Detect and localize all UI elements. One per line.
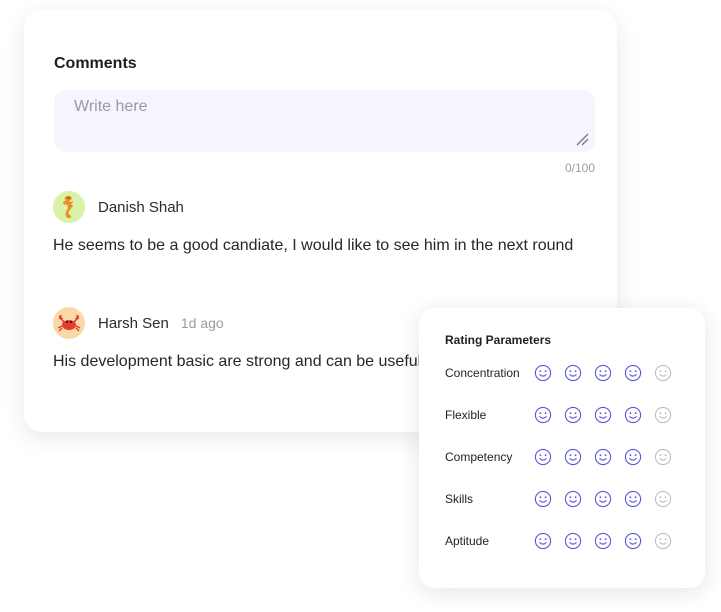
comment-time: 1d ago xyxy=(180,315,224,331)
rating-label: Competency xyxy=(445,450,513,464)
comment-header: Danish Shah xyxy=(53,191,613,223)
rating-row-skills: Skills xyxy=(445,490,685,510)
comments-title: Comments xyxy=(54,55,137,72)
smiley-face-icon[interactable] xyxy=(594,364,612,382)
smiley-face-icon[interactable] xyxy=(654,364,672,382)
rating-title: Rating Parameters xyxy=(445,333,552,347)
rating-faces xyxy=(534,532,684,550)
smiley-face-icon[interactable] xyxy=(654,448,672,466)
rating-label: Concentration xyxy=(445,366,520,380)
smiley-face-icon[interactable] xyxy=(624,364,642,382)
rating-faces xyxy=(534,448,684,466)
smiley-face-icon[interactable] xyxy=(654,406,672,424)
smiley-face-icon[interactable] xyxy=(534,448,552,466)
smiley-face-icon[interactable] xyxy=(654,532,672,550)
rating-faces xyxy=(534,406,684,424)
comment-item: Danish Shah He seems to be a good candia… xyxy=(53,191,613,255)
comment-text: He seems to be a good candiate, I would … xyxy=(53,237,574,254)
rating-faces xyxy=(534,490,684,508)
seahorse-icon xyxy=(63,195,74,219)
rating-label: Aptitude xyxy=(445,534,490,548)
smiley-face-icon[interactable] xyxy=(624,448,642,466)
avatar xyxy=(53,191,85,223)
smiley-face-icon[interactable] xyxy=(564,490,582,508)
rating-parameters-card: Rating Parameters Concentration Flexible… xyxy=(419,308,705,588)
rating-row-flexible: Flexible xyxy=(445,406,685,426)
avatar xyxy=(53,307,85,339)
smiley-face-icon[interactable] xyxy=(564,448,582,466)
smiley-face-icon[interactable] xyxy=(564,364,582,382)
rating-row-aptitude: Aptitude xyxy=(445,532,685,552)
smiley-face-icon[interactable] xyxy=(594,490,612,508)
character-counter: 0/100 xyxy=(564,161,595,175)
smiley-face-icon[interactable] xyxy=(654,490,672,508)
comment-input-box xyxy=(54,90,595,152)
smiley-face-icon[interactable] xyxy=(564,532,582,550)
smiley-face-icon[interactable] xyxy=(534,406,552,424)
rating-label: Flexible xyxy=(445,408,487,422)
smiley-face-icon[interactable] xyxy=(534,490,552,508)
smiley-face-icon[interactable] xyxy=(594,406,612,424)
smiley-face-icon[interactable] xyxy=(624,490,642,508)
smiley-face-icon[interactable] xyxy=(534,532,552,550)
comment-author: Danish Shah xyxy=(98,198,184,216)
comment-author: Harsh Sen xyxy=(98,314,169,332)
smiley-face-icon[interactable] xyxy=(534,364,552,382)
smiley-face-icon[interactable] xyxy=(594,532,612,550)
rating-label: Skills xyxy=(445,492,474,506)
rating-row-concentration: Concentration xyxy=(445,364,685,384)
comment-input[interactable] xyxy=(74,98,564,138)
smiley-face-icon[interactable] xyxy=(564,406,582,424)
smiley-face-icon[interactable] xyxy=(624,532,642,550)
resize-handle-icon[interactable] xyxy=(575,132,589,146)
crab-icon xyxy=(57,315,81,332)
smiley-face-icon[interactable] xyxy=(594,448,612,466)
rating-row-competency: Competency xyxy=(445,448,685,468)
rating-faces xyxy=(534,364,684,382)
smiley-face-icon[interactable] xyxy=(624,406,642,424)
